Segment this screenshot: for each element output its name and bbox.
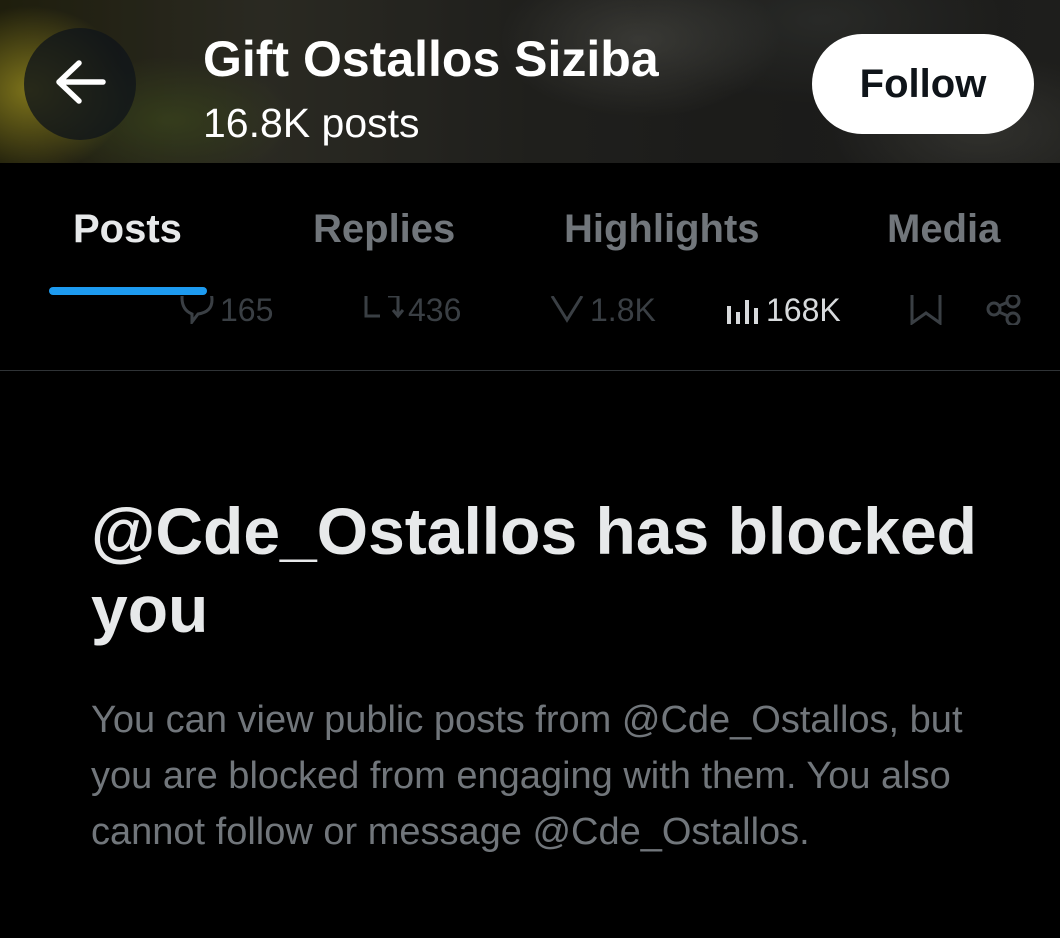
repost-icon: [360, 296, 404, 324]
repost-action[interactable]: 436: [360, 292, 461, 328]
views-chart-icon: [724, 296, 762, 324]
bookmark-action[interactable]: [910, 295, 942, 325]
views-action[interactable]: 168K: [724, 292, 841, 328]
tab-highlights[interactable]: Highlights: [564, 207, 760, 252]
reply-count: 165: [220, 291, 274, 328]
bookmark-icon: [910, 295, 942, 325]
share-action[interactable]: [986, 295, 1022, 325]
back-button[interactable]: [24, 28, 136, 140]
reply-icon: [178, 296, 216, 324]
repost-count: 436: [408, 291, 462, 328]
tab-posts[interactable]: Posts: [73, 207, 182, 252]
profile-tabs: Posts Replies Highlights Media: [0, 163, 1060, 298]
profile-name: Gift Ostallos Siziba: [203, 31, 659, 87]
post-count: 16.8K posts: [203, 100, 420, 146]
follow-button[interactable]: Follow: [812, 34, 1034, 134]
tab-replies[interactable]: Replies: [313, 207, 455, 252]
arrow-left-icon: [53, 59, 107, 109]
blocked-description: You can view public posts from @Cde_Osta…: [91, 699, 963, 853]
heart-icon: [548, 296, 586, 324]
active-tab-indicator: [49, 287, 207, 295]
reply-action[interactable]: 165: [178, 292, 273, 328]
tab-media[interactable]: Media: [887, 207, 1000, 252]
views-count: 168K: [766, 291, 841, 328]
like-action[interactable]: 1.8K: [548, 292, 656, 328]
share-icon: [986, 295, 1022, 325]
blocked-title: @Cde_Ostallos has blocked you: [91, 494, 977, 646]
like-count: 1.8K: [590, 291, 656, 328]
post-actions-row: 165 436 1.8K 168K: [0, 292, 1060, 371]
